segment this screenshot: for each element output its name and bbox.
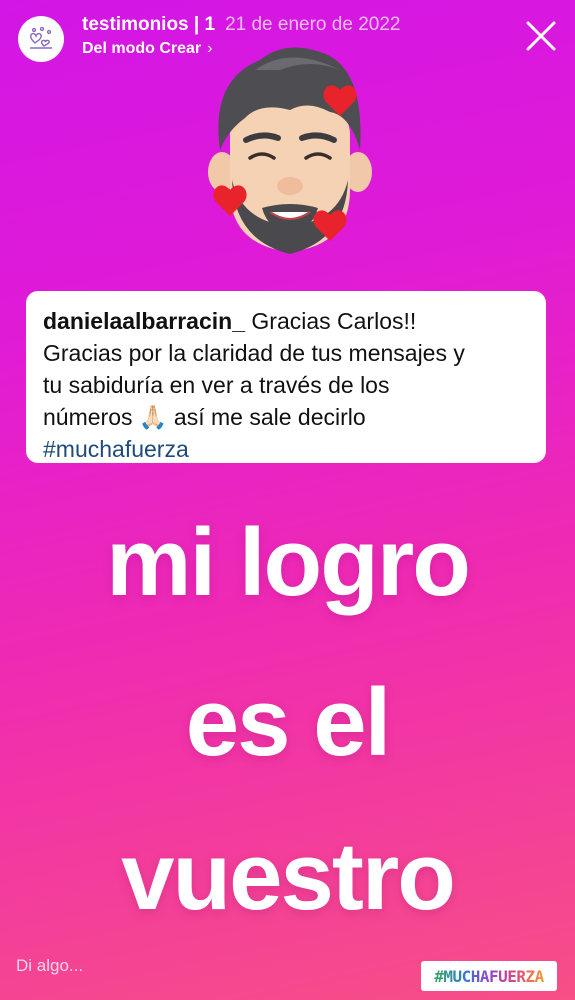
create-mode-label: Del modo Crear [82,40,202,57]
main-text-line3: vuestro [121,823,456,930]
reply-input[interactable]: Di algo... [16,956,83,976]
hashtag-sticker-label: #MUCHAFUERZA [434,966,544,986]
account-name[interactable]: testimonios | 1 [82,14,215,35]
comment-text-line4-start: números [43,404,139,430]
heart-hands-icon [30,26,52,49]
hashtag-sticker[interactable]: #MUCHAFUERZA [421,961,557,991]
story-viewer: testimonios | 1 21 de enero de 2022 Del m… [0,0,575,1000]
comment-username[interactable]: danielaalbarracin_ [43,308,245,334]
comment-text-line2: Gracias por la claridad de tus mensajes … [43,340,465,366]
comment-text-line3: tu sabiduría en ver a través de los [43,372,390,398]
main-text-line1: mi logro [106,509,471,616]
main-text-line2: es el [185,669,392,776]
shared-comment-card[interactable]: danielaalbarracin_ Gracias Carlos!! Grac… [26,291,546,463]
comment-text-line4-end: así me sale decirlo [167,404,366,430]
folded-hands-emoji: 🙏🏻 [138,404,168,430]
close-icon [526,21,556,51]
memoji-sticker [208,47,372,254]
profile-avatar[interactable] [18,16,64,62]
post-date: 21 de enero de 2022 [225,14,401,35]
comment-hashtag[interactable]: #muchafuerza [43,433,530,465]
close-button[interactable] [525,20,557,52]
comment-text-line1: Gracias Carlos!! [245,308,417,334]
